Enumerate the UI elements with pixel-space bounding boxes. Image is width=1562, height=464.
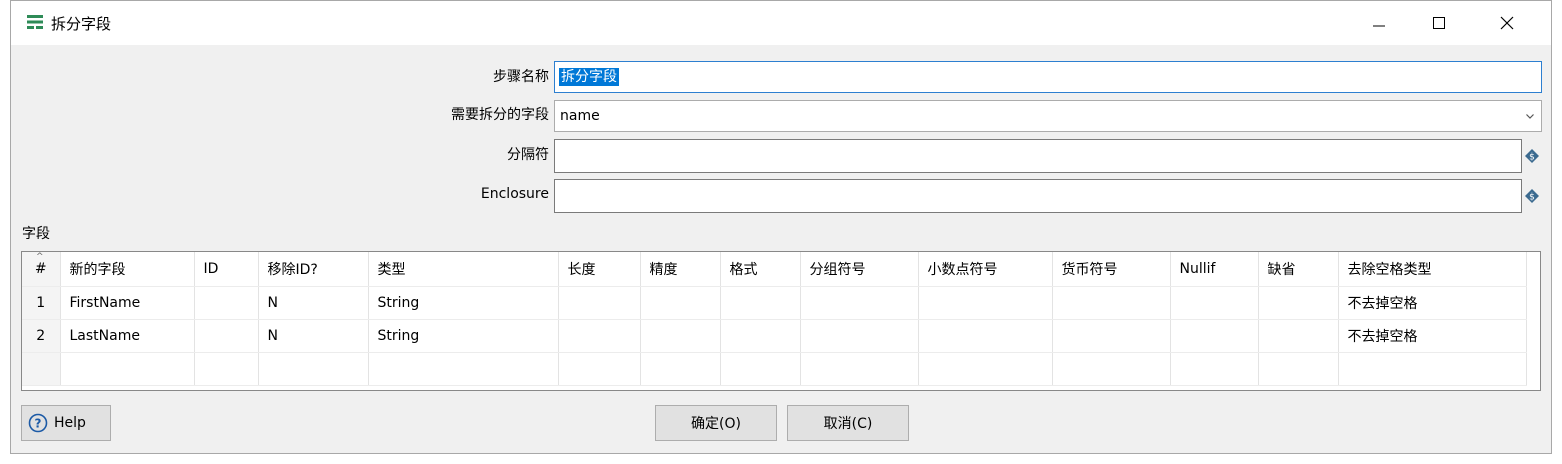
row-number: 1 (22, 286, 61, 320)
table-cell[interactable] (558, 352, 641, 386)
table-cell[interactable]: N (258, 319, 369, 353)
svg-text:$: $ (1529, 153, 1535, 163)
cancel-button[interactable]: 取消(C) (787, 405, 909, 441)
table-cell[interactable] (1170, 286, 1259, 320)
column-header-trim-type[interactable]: 去除空格类型 (1338, 252, 1527, 287)
table-header-row: ^ # 新的字段 ID 移除ID? 类型 长度 精度 格式 分组符号 小数点符号… (22, 252, 1527, 287)
table-cell[interactable] (720, 286, 801, 320)
column-header-currency-symbol[interactable]: 货币符号 (1052, 252, 1171, 287)
field-to-split-combo[interactable]: name (554, 100, 1542, 132)
column-header-id[interactable]: ID (194, 252, 259, 287)
column-header-index[interactable]: ^ # (22, 252, 61, 287)
fields-section-label: 字段 (22, 226, 50, 242)
table-cell[interactable]: 不去掉空格 (1338, 286, 1527, 320)
column-header-default[interactable]: 缺省 (1258, 252, 1339, 287)
table-cell[interactable] (258, 352, 369, 386)
step-name-value: 拆分字段 (559, 68, 619, 86)
row-number: 2 (22, 319, 61, 353)
table-cell[interactable] (1338, 352, 1527, 386)
variable-dollar-icon[interactable]: $ (1525, 149, 1539, 163)
table-cell[interactable] (800, 286, 919, 320)
table-cell[interactable]: N (258, 286, 369, 320)
table-cell[interactable]: 不去掉空格 (1338, 319, 1527, 353)
fields-table[interactable]: ^ # 新的字段 ID 移除ID? 类型 长度 精度 格式 分组符号 小数点符号… (21, 251, 1541, 391)
enclosure-label: Enclosure (480, 186, 549, 202)
close-icon (1500, 16, 1514, 30)
field-to-split-value: name (560, 108, 600, 124)
table-cell[interactable]: String (368, 319, 559, 353)
table-cell[interactable] (800, 352, 919, 386)
title-bar: 拆分字段 (11, 1, 1551, 45)
table-cell[interactable] (720, 352, 801, 386)
table-cell[interactable] (800, 319, 919, 353)
table-cell[interactable] (194, 319, 259, 353)
maximize-button[interactable] (1409, 1, 1469, 45)
ok-button-label: 确定(O) (691, 416, 741, 432)
column-header-decimal-symbol[interactable]: 小数点符号 (918, 252, 1053, 287)
minimize-button[interactable] (1349, 1, 1409, 45)
svg-text:?: ? (35, 417, 42, 431)
svg-text:$: $ (1529, 193, 1535, 203)
table-cell[interactable] (194, 286, 259, 320)
table-cell[interactable] (1258, 319, 1339, 353)
table-cell[interactable] (640, 319, 721, 353)
table-cell[interactable] (1258, 352, 1339, 386)
maximize-icon (1433, 17, 1445, 29)
column-header-remove-id[interactable]: 移除ID? (258, 252, 369, 287)
delimiter-input[interactable] (554, 139, 1522, 173)
table-cell[interactable]: LastName (60, 319, 195, 353)
table-cell[interactable] (60, 352, 195, 386)
help-circle-icon: ? (28, 413, 48, 433)
table-row[interactable]: 1 FirstName N String 不去掉空格 (22, 286, 1527, 320)
table-cell[interactable] (1052, 352, 1171, 386)
window-title: 拆分字段 (51, 15, 112, 33)
ok-button[interactable]: 确定(O) (655, 405, 777, 441)
column-header-format[interactable]: 格式 (720, 252, 801, 287)
column-header-length[interactable]: 长度 (558, 252, 641, 287)
variable-dollar-icon[interactable]: $ (1525, 189, 1539, 203)
chevron-down-icon[interactable] (1525, 109, 1535, 125)
table-cell[interactable] (918, 352, 1053, 386)
help-button-label: Help (54, 415, 86, 431)
table-cell[interactable]: FirstName (60, 286, 195, 320)
split-fields-dialog: 拆分字段 步骤名称 拆分字段 需要拆分的字段 name 分隔符 $ Enclos… (10, 0, 1552, 454)
column-header-precision[interactable]: 精度 (640, 252, 721, 287)
split-fields-icon (26, 13, 44, 31)
close-button[interactable] (1477, 1, 1537, 45)
row-number (22, 352, 61, 386)
delimiter-label: 分隔符 (507, 147, 549, 163)
table-cell[interactable] (558, 286, 641, 320)
table-cell[interactable] (640, 286, 721, 320)
table-row[interactable]: 2 LastName N String 不去掉空格 (22, 319, 1527, 353)
minimize-icon (1373, 25, 1385, 27)
step-name-label: 步骤名称 (493, 69, 549, 85)
table-cell[interactable] (918, 319, 1053, 353)
enclosure-input[interactable] (554, 179, 1522, 213)
step-name-input[interactable]: 拆分字段 (554, 61, 1542, 93)
table-row-empty[interactable] (22, 352, 1527, 386)
help-button[interactable]: ? Help (21, 405, 111, 441)
table-cell[interactable] (558, 319, 641, 353)
table-cell[interactable] (720, 319, 801, 353)
table-cell[interactable] (1258, 286, 1339, 320)
table-cell[interactable] (1052, 319, 1171, 353)
table-cell[interactable] (194, 352, 259, 386)
table-cell[interactable] (368, 352, 559, 386)
table-cell[interactable] (1170, 352, 1259, 386)
table-cell[interactable] (1052, 286, 1171, 320)
cancel-button-label: 取消(C) (823, 416, 873, 432)
table-cell[interactable] (1170, 319, 1259, 353)
column-header-nullif[interactable]: Nullif (1170, 252, 1259, 287)
table-cell[interactable] (918, 286, 1053, 320)
table-cell[interactable]: String (368, 286, 559, 320)
field-to-split-label: 需要拆分的字段 (451, 107, 549, 123)
table-cell[interactable] (640, 352, 721, 386)
column-header-grouping-symbol[interactable]: 分组符号 (800, 252, 919, 287)
column-header-new-field[interactable]: 新的字段 (60, 252, 195, 287)
column-header-type[interactable]: 类型 (368, 252, 559, 287)
sort-indicator-icon: ^ (36, 252, 44, 262)
